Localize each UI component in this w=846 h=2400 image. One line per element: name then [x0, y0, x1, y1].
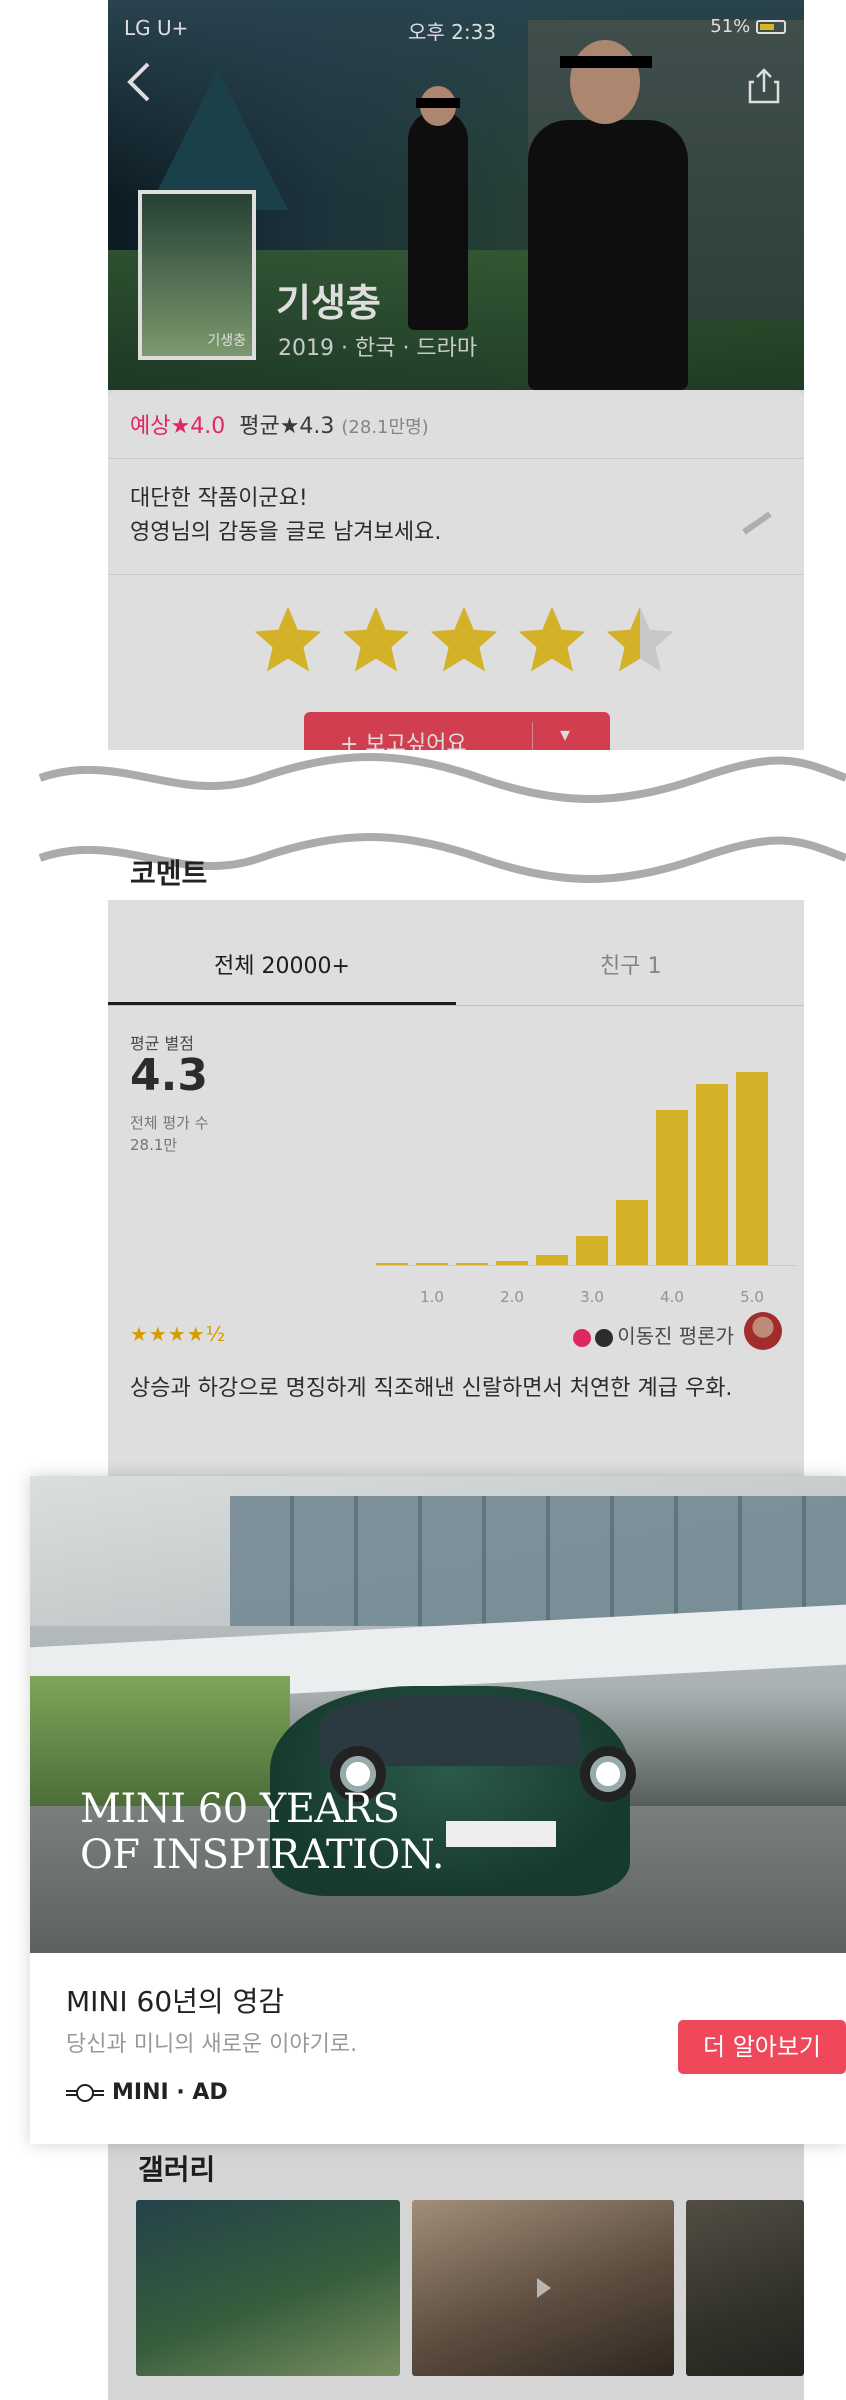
- share-button[interactable]: [746, 66, 782, 106]
- torn-edge-graphic: [38, 753, 846, 883]
- histogram-bar: [496, 1260, 528, 1265]
- total-ratings: 전체 평가 수 28.1만: [130, 1114, 209, 1154]
- status-bar: LG U+ 오후 2:33 51%: [108, 14, 804, 44]
- torn-break: [0, 750, 846, 900]
- gallery-image[interactable]: [136, 2200, 400, 2376]
- tab-friends[interactable]: 친구 1: [600, 948, 661, 980]
- gallery-image[interactable]: [412, 2200, 674, 2376]
- mini-logo-icon: [66, 2084, 104, 2102]
- chevron-left-icon: [127, 62, 150, 102]
- star-icon[interactable]: [512, 600, 592, 680]
- histogram-bar: [616, 1199, 648, 1265]
- histogram-bar: [576, 1235, 608, 1265]
- gallery-image[interactable]: [686, 2200, 804, 2376]
- ad-title: MINI 60년의 영감: [66, 1985, 285, 2018]
- battery-icon: [756, 20, 786, 34]
- star-icon[interactable]: [336, 600, 416, 680]
- ad-subtitle: 당신과 미니의 새로운 이야기로.: [66, 2032, 358, 2057]
- movie-poster: 기생충: [138, 190, 256, 360]
- half-star-icon[interactable]: [600, 600, 680, 680]
- caret-down-icon[interactable]: ▾: [560, 722, 570, 746]
- review-stars: ★★★★½: [130, 1322, 227, 1346]
- carrier-label: LG U+: [124, 16, 189, 40]
- rating-count: (28.1만명): [341, 417, 429, 438]
- reviewer-name[interactable]: 이동진 평론가: [573, 1320, 734, 1349]
- ad-headline: MINI 60 YEARS OF INSPIRATION.: [80, 1786, 444, 1878]
- histogram-tick-label: 1.0: [420, 1288, 444, 1306]
- histogram-tick-label: 4.0: [660, 1288, 684, 1306]
- gallery-title: 갤러리: [138, 2153, 216, 2186]
- histogram-bar: [536, 1254, 568, 1265]
- critic-badge-icon: [573, 1328, 592, 1347]
- histogram-bar: [416, 1262, 448, 1265]
- learn-more-button[interactable]: 더 알아보기: [678, 2020, 846, 2074]
- movie-title: 기생충: [276, 281, 381, 325]
- comment-tabs: 전체 20000+ 친구 1: [108, 920, 804, 1006]
- comments-title: 코멘트: [130, 857, 208, 890]
- rating-summary: 예상★4.0 평균★4.3 (28.1만명): [130, 408, 429, 440]
- avg-rating-value: 4.3: [130, 1050, 208, 1101]
- histogram-bar: [376, 1262, 408, 1265]
- rating-histogram: 1.0 2.0 3.0 4.0 5.0: [376, 1035, 796, 1306]
- histogram-tick-label: 3.0: [580, 1288, 604, 1306]
- rating-panel: 예상★4.0 평균★4.3 (28.1만명) 대단한 작품이군요! 영영님의 감…: [108, 390, 804, 768]
- histogram-bar: [736, 1071, 768, 1265]
- comments-panel: 코멘트 전체 20000+ 친구 1 평균 별점 4.3 전체 평가 수 28.…: [108, 857, 804, 1480]
- histogram-bar: [456, 1262, 488, 1265]
- ad-image[interactable]: MINI 60 YEARS OF INSPIRATION.: [30, 1476, 846, 1953]
- histogram-tick-label: 2.0: [500, 1288, 524, 1306]
- average-label: 평균: [239, 414, 280, 439]
- ad-card[interactable]: MINI 60 YEARS OF INSPIRATION. MINI 60년의 …: [30, 1476, 846, 2144]
- histogram-bar: [696, 1084, 728, 1265]
- star-icon[interactable]: [248, 600, 328, 680]
- ad-brand: MINI · AD: [66, 2080, 228, 2105]
- tab-all[interactable]: 전체 20000+: [214, 948, 350, 980]
- average-rating: ★4.3: [279, 414, 335, 439]
- pencil-icon[interactable]: [738, 508, 778, 538]
- review-text[interactable]: 상승과 하강으로 명징하게 직조해낸 신랄하면서 처연한 계급 우화.: [130, 1370, 780, 1408]
- expected-label: 예상: [130, 414, 171, 439]
- histogram-bar: [656, 1109, 688, 1265]
- poster-title: 기생충: [207, 333, 246, 349]
- reviewer-avatar[interactable]: [744, 1312, 782, 1350]
- play-icon: [537, 2278, 551, 2298]
- battery-status: 51%: [710, 16, 786, 37]
- write-review-prompt[interactable]: 대단한 작품이군요! 영영님의 감동을 글로 남겨보세요.: [130, 482, 441, 550]
- check-badge-icon: [595, 1328, 614, 1347]
- star-icon[interactable]: [424, 600, 504, 680]
- clock: 오후 2:33: [408, 20, 497, 44]
- share-icon: [748, 68, 780, 104]
- histogram-tick-label: 5.0: [740, 1288, 764, 1306]
- expected-rating: ★4.0: [170, 414, 226, 439]
- back-button[interactable]: [124, 60, 164, 110]
- movie-meta: 2019 · 한국 · 드라마: [278, 336, 478, 361]
- tent-graphic: [148, 70, 288, 210]
